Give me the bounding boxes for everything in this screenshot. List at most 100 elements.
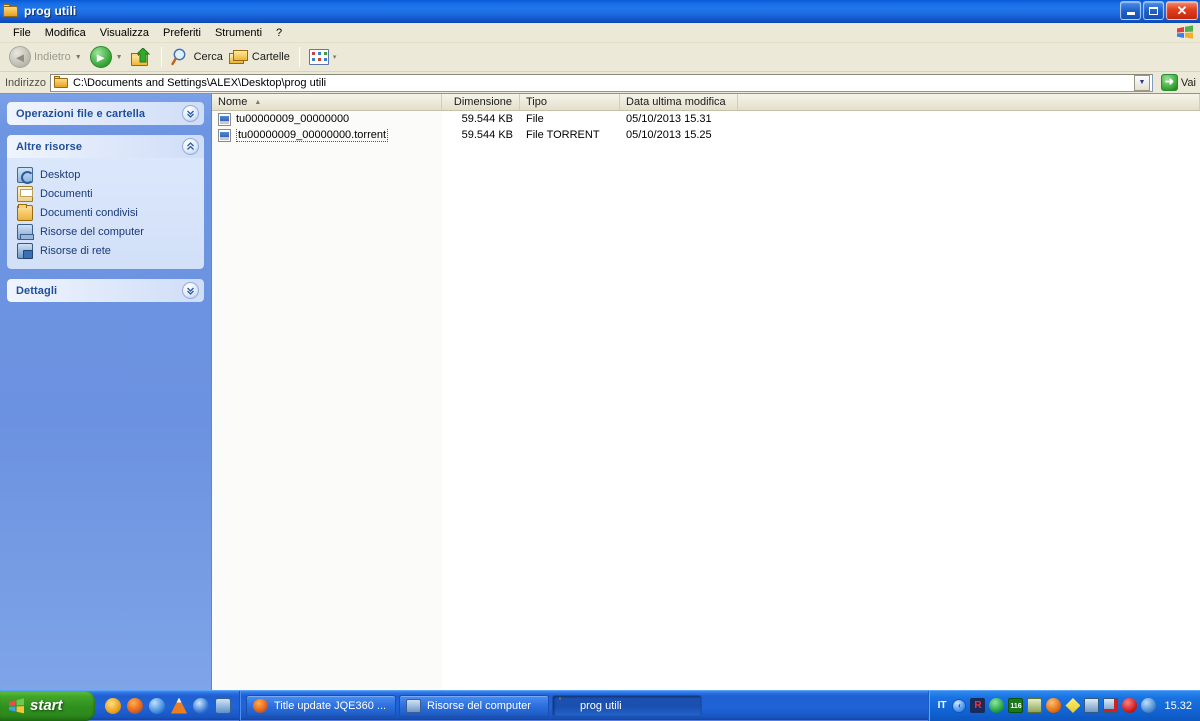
address-input[interactable]: C:\Documents and Settings\ALEX\Desktop\p… [50,74,1153,92]
taskbar-item-label: Risorse del computer [427,700,531,712]
emule-icon[interactable] [105,698,121,714]
globe-icon[interactable] [1141,698,1156,713]
sort-ascending-icon: ▲ [254,99,261,106]
counter-116-icon[interactable]: 116 [1008,698,1023,713]
panel-altre-risorse[interactable]: Altre risorse Desktop Documenti [7,135,204,269]
column-label: Data ultima modifica [626,96,726,108]
menu-modifica[interactable]: Modifica [38,24,93,42]
clock[interactable]: 15.32 [1164,700,1192,712]
antivirus-alert-icon[interactable] [1122,698,1137,713]
package-icon[interactable] [1027,698,1042,713]
go-button[interactable]: ➜ Vai [1157,74,1196,91]
show-hidden-icons-button[interactable]: ‹ [952,699,966,713]
cell-name[interactable]: tu00000009_00000000.torrent [212,129,442,142]
panel-header[interactable]: Dettagli [7,279,204,302]
address-label: Indirizzo [5,77,46,89]
firefox-icon[interactable] [127,698,143,714]
close-button[interactable]: ✕ [1166,1,1198,20]
menu-visualizza[interactable]: Visualizza [93,24,156,42]
cell-type: File [520,113,620,125]
cell-name[interactable]: tu00000009_00000000 [212,113,442,126]
magnifier-icon [171,47,191,67]
folders-icon [229,48,249,66]
column-header-dimensione[interactable]: Dimensione [442,94,520,110]
address-value: C:\Documents and Settings\ALEX\Desktop\p… [73,77,326,89]
go-button-label: Vai [1181,77,1196,89]
column-header-tipo[interactable]: Tipo [520,94,620,110]
windows-flag-icon [1176,25,1194,40]
minimize-button[interactable] [1120,1,1141,20]
back-button[interactable]: ◄ Indietro ▼ [6,45,87,69]
task-pane: Operazioni file e cartella Altre risorse [0,94,212,690]
sidebar-item-label: Documenti [40,188,93,200]
show-desktop-icon[interactable] [215,698,231,714]
views-button[interactable]: ▾ [306,45,342,69]
sidebar-item-documenti[interactable]: Documenti [17,184,196,203]
table-row[interactable]: tu00000009_00000000 59.544 KB File 05/10… [212,111,1200,127]
panel-dettagli[interactable]: Dettagli [7,279,204,302]
up-button[interactable] [128,45,155,69]
sidebar-item-documenti-condivisi[interactable]: Documenti condivisi [17,203,196,222]
sidebar-item-label: Desktop [40,169,80,181]
firefox-icon [253,699,268,713]
panel-header[interactable]: Altre risorse [7,135,204,158]
menu-preferiti[interactable]: Preferiti [156,24,208,42]
sidebar-item-risorse-di-rete[interactable]: Risorse di rete [17,241,196,260]
language-indicator[interactable]: IT [938,700,947,711]
taskbar-item-firefox[interactable]: Title update JQE360 ... [246,695,396,717]
network-disconnected-icon[interactable] [1103,698,1118,713]
address-bar: Indirizzo C:\Documents and Settings\ALEX… [0,72,1200,94]
vlc-cone-icon[interactable] [171,698,187,714]
chevron-down-icon[interactable] [182,105,199,122]
panel-operazioni-file-e-cartella[interactable]: Operazioni file e cartella [7,102,204,125]
start-button-label: start [30,697,63,714]
back-dropdown-icon[interactable]: ▼ [75,54,82,61]
desktop-icon [17,167,33,183]
media-player-icon[interactable] [193,698,209,714]
keyboard-layout-icon[interactable]: R [970,698,985,713]
chevron-up-icon[interactable] [182,138,199,155]
folders-button[interactable]: Cartelle [226,45,293,69]
folder-icon [54,77,69,89]
menu-help[interactable]: ? [269,24,289,42]
cell-date: 05/10/2013 15.31 [620,113,738,125]
column-header-data-ultima-modifica[interactable]: Data ultima modifica [620,94,738,110]
taskbar-item-prog-utili[interactable]: prog utili [552,695,702,717]
network-connected-icon[interactable] [1084,698,1099,713]
column-label: Dimensione [454,96,512,108]
search-button[interactable]: Cerca [168,45,226,69]
sidebar-item-label: Risorse del computer [40,226,144,238]
maximize-button[interactable] [1143,1,1164,20]
file-list-view[interactable]: Nome ▲ Dimensione Tipo Data ultima modif… [212,94,1200,690]
views-dropdown-icon[interactable]: ▾ [333,53,337,61]
utorrent-icon[interactable] [1065,698,1080,713]
menu-strumenti[interactable]: Strumenti [208,24,269,42]
start-button[interactable]: start [0,691,95,721]
folder-icon [3,4,19,18]
internet-explorer-icon[interactable] [149,698,165,714]
windows-flag-icon [8,698,25,714]
download-manager-icon[interactable] [1046,698,1061,713]
address-dropdown-button[interactable]: ▼ [1134,75,1150,91]
title-bar: prog utili ✕ [0,0,1200,23]
back-button-label: Indietro [34,51,71,63]
menu-file[interactable]: File [6,24,38,42]
taskbar-item-risorse-del-computer[interactable]: Risorse del computer [399,695,549,717]
taskbar-item-label: Title update JQE360 ... [274,700,386,712]
explorer-body: Operazioni file e cartella Altre risorse [0,94,1200,690]
file-icon [218,113,231,126]
forward-button[interactable]: ► ▼ [87,45,128,69]
table-row[interactable]: tu00000009_00000000.torrent 59.544 KB Fi… [212,127,1200,143]
menu-bar: File Modifica Visualizza Preferiti Strum… [0,23,1200,43]
sidebar-item-risorse-del-computer[interactable]: Risorse del computer [17,222,196,241]
sidebar-item-desktop[interactable]: Desktop [17,165,196,184]
network-places-icon [17,243,33,259]
shield-green-icon[interactable] [989,698,1004,713]
column-header-nome[interactable]: Nome ▲ [212,94,442,110]
column-header-filler [738,94,1200,110]
task-buttons: Title update JQE360 ... Risorse del comp… [240,695,928,717]
file-list-body[interactable]: tu00000009_00000000 59.544 KB File 05/10… [212,111,1200,690]
panel-header[interactable]: Operazioni file e cartella [7,102,204,125]
chevron-down-icon[interactable] [182,282,199,299]
forward-dropdown-icon[interactable]: ▼ [116,54,123,61]
